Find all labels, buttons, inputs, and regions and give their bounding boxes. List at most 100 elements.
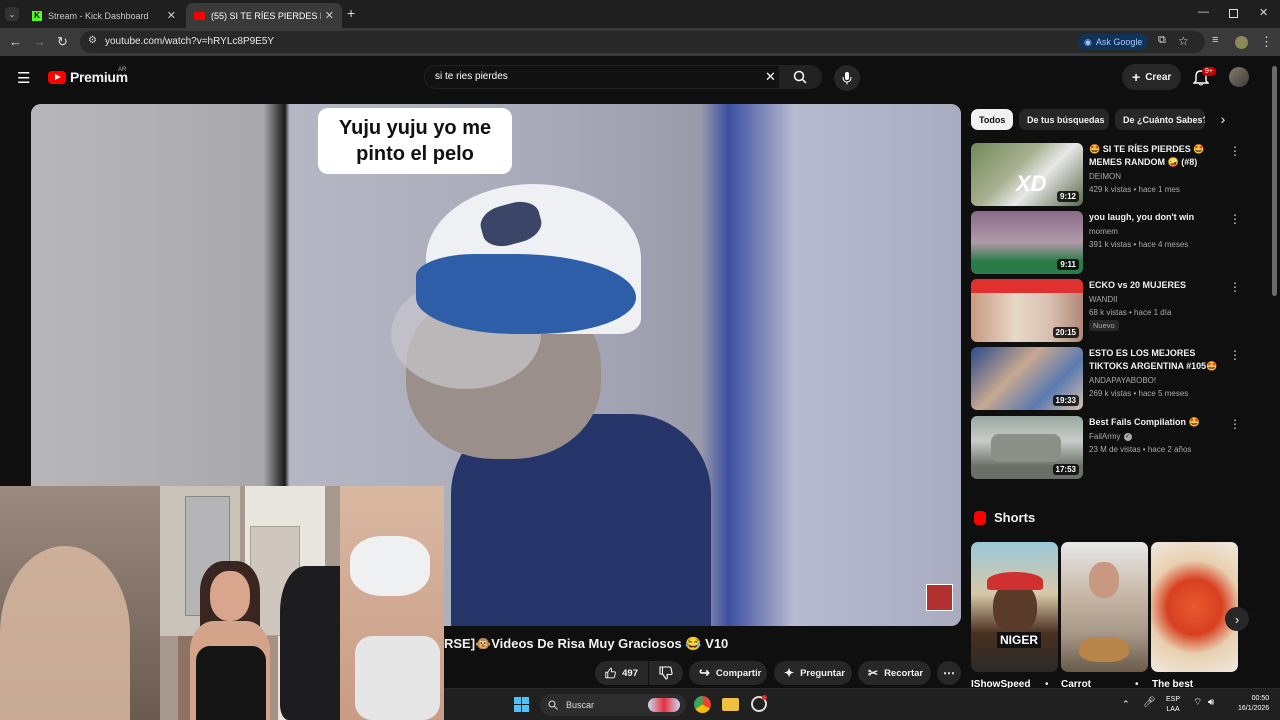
volume-icon[interactable]: 🔊︎: [1208, 698, 1214, 708]
video-thumbnail[interactable]: 20:15: [971, 279, 1083, 342]
reload-icon[interactable]: ↻: [57, 34, 68, 50]
shorts-title: Shorts: [994, 510, 1036, 525]
search-input[interactable]: si te ries pierdes: [435, 71, 508, 82]
ask-google-button[interactable]: ◉ Ask Google: [1078, 34, 1149, 50]
more-options-icon[interactable]: ⋮: [1229, 212, 1241, 226]
webcam-overlay: [0, 486, 444, 720]
video-title[interactable]: ESTO ES LOS MEJORES TIKTOKS ARGENTINA #1…: [1089, 347, 1224, 372]
shorts-next-arrow-icon[interactable]: ›: [1225, 607, 1249, 631]
like-button[interactable]: 497: [595, 661, 648, 685]
file-explorer-icon[interactable]: [722, 698, 739, 711]
clip-label: Recortar: [884, 667, 924, 679]
list-item[interactable]: 17:53 Best Fails Compilation 🤩 FailArmy …: [971, 416, 1261, 479]
tab-kick-dashboard[interactable]: K Stream - Kick Dashboard ✕: [24, 3, 184, 28]
clip-button[interactable]: ✂ Recortar: [858, 661, 931, 685]
chip-next-arrow-icon[interactable]: ›: [1212, 108, 1234, 130]
minimize-button[interactable]: —: [1198, 6, 1209, 18]
chip-all[interactable]: Todos: [971, 109, 1013, 130]
channel-name-row[interactable]: FailArmy ✓: [1089, 432, 1132, 441]
shorts-card[interactable]: [1061, 542, 1148, 672]
youtube-logo[interactable]: Premium: [48, 69, 128, 85]
site-info-icon[interactable]: ⚙: [88, 35, 97, 46]
list-item[interactable]: XD 9:12 🤩 SI TE RÍES PIERDES 🤩 MEMES RAN…: [971, 143, 1261, 206]
profile-avatar[interactable]: [1235, 36, 1248, 49]
youtube-icon: [194, 11, 205, 20]
shorts-icon: [974, 510, 986, 525]
install-icon[interactable]: ⧉: [1158, 34, 1166, 47]
voice-search-button[interactable]: [834, 65, 860, 91]
verified-check-icon: ✓: [1123, 432, 1132, 441]
channel-name[interactable]: WANDII: [1089, 295, 1118, 304]
clock-time: 00:50: [1251, 695, 1270, 702]
tab-search-button[interactable]: ⌄: [5, 7, 19, 21]
video-title[interactable]: you laugh, you don't win: [1089, 211, 1224, 224]
url-text[interactable]: youtube.com/watch?v=hRYLc8P9E5Y: [105, 36, 274, 47]
omnibox[interactable]: ⚙ youtube.com/watch?v=hRYLc8P9E5Y ◉ Ask …: [80, 31, 1205, 53]
close-icon[interactable]: ✕: [167, 9, 176, 22]
country-code: AR: [118, 67, 127, 73]
tab-title: (55) SI TE RÍES PIERDES NIVEL D: [211, 10, 321, 21]
channel-name[interactable]: FailArmy: [1089, 432, 1121, 441]
list-item[interactable]: 9:11 you laugh, you don't win momem 391 …: [971, 211, 1261, 274]
new-tab-button[interactable]: +: [347, 5, 355, 21]
language-indicator[interactable]: ESP LAA: [1166, 695, 1180, 715]
video-thumbnail[interactable]: 17:53: [971, 416, 1083, 479]
page-scrollbar[interactable]: [1270, 58, 1278, 718]
bookmark-star-icon[interactable]: ☆: [1178, 34, 1189, 48]
channel-name[interactable]: ANDAPAYABOBO!: [1089, 376, 1156, 385]
list-item[interactable]: 20:15 ECKO vs 20 MUJERES WANDII 68 k vis…: [971, 279, 1261, 342]
channel-watermark[interactable]: [926, 584, 953, 611]
video-thumbnail[interactable]: 19:33: [971, 347, 1083, 410]
video-thumbnail[interactable]: 9:11: [971, 211, 1083, 274]
more-options-icon[interactable]: ⋮: [1229, 144, 1241, 158]
dislike-button[interactable]: [649, 661, 683, 685]
clear-search-icon[interactable]: ✕: [765, 69, 776, 85]
tray-overflow-icon[interactable]: ⌃: [1122, 699, 1130, 709]
maximize-button[interactable]: [1229, 9, 1238, 18]
tab-media-icon[interactable]: ≡: [1212, 34, 1218, 46]
like-count: 497: [622, 667, 638, 679]
search-button[interactable]: [779, 66, 821, 88]
create-button[interactable]: + Crear: [1122, 64, 1182, 90]
menu-kebab-icon[interactable]: ⋮: [1260, 34, 1273, 50]
video-title[interactable]: ECKO vs 20 MUJERES: [1089, 279, 1224, 292]
more-options-icon[interactable]: ⋮: [1229, 348, 1241, 362]
shorts-card[interactable]: NIGER: [971, 542, 1058, 672]
share-button[interactable]: ↪ Compartir: [689, 661, 767, 685]
ask-button[interactable]: ✦ Preguntar: [774, 661, 852, 685]
shorts-card[interactable]: [1151, 542, 1238, 672]
channel-name[interactable]: momem: [1089, 227, 1118, 236]
windows-start-icon[interactable]: [514, 697, 529, 712]
more-options-icon[interactable]: ⋮: [1229, 417, 1241, 431]
hamburger-menu-icon[interactable]: ☰: [17, 69, 30, 87]
youtube-icon: [48, 70, 66, 84]
youtube-header: ☰ Premium AR si te ries pierdes ✕ + Crea…: [0, 56, 1280, 100]
account-avatar[interactable]: [1229, 67, 1249, 87]
duration-badge: 9:11: [1057, 259, 1079, 270]
channel-name[interactable]: DEIMON: [1089, 172, 1121, 181]
back-icon[interactable]: ←: [9, 34, 22, 49]
chrome-taskbar-icon[interactable]: [694, 696, 711, 713]
chip-from-channel[interactable]: De ¿Cuánto Sabes?: [1115, 109, 1205, 130]
taskbar-search[interactable]: Buscar: [540, 694, 686, 716]
window-close-button[interactable]: ✕: [1259, 6, 1268, 19]
clock[interactable]: 00:50 16/1/2026: [1238, 694, 1269, 714]
microphone-icon[interactable]: 🎤︎: [1143, 698, 1156, 708]
thumbnail-overlay-art: XD: [1016, 171, 1047, 196]
close-icon[interactable]: ✕: [325, 9, 334, 22]
scrollbar-thumb[interactable]: [1272, 66, 1277, 296]
thumbs-down-icon: [659, 666, 673, 680]
search-box[interactable]: si te ries pierdes ✕: [424, 65, 822, 89]
tab-youtube-video[interactable]: (55) SI TE RÍES PIERDES NIVEL D ✕: [186, 3, 342, 28]
video-title[interactable]: 🤩 SI TE RÍES PIERDES 🤩 MEMES RANDOM 🤪 (#…: [1089, 143, 1224, 168]
chip-from-searches[interactable]: De tus búsquedas: [1019, 109, 1109, 130]
network-icon[interactable]: ⌔: [1193, 698, 1202, 708]
more-options-icon[interactable]: ⋮: [1229, 280, 1241, 294]
notification-badge: 9+: [1202, 67, 1216, 76]
video-title[interactable]: Best Fails Compilation 🤩: [1089, 416, 1224, 429]
more-actions-button[interactable]: ⋯: [937, 661, 961, 685]
list-item[interactable]: 19:33 ESTO ES LOS MEJORES TIKTOKS ARGENT…: [971, 347, 1261, 410]
forward-icon[interactable]: →: [33, 34, 46, 49]
video-thumbnail[interactable]: XD 9:12: [971, 143, 1083, 206]
search-icon: [548, 700, 558, 710]
